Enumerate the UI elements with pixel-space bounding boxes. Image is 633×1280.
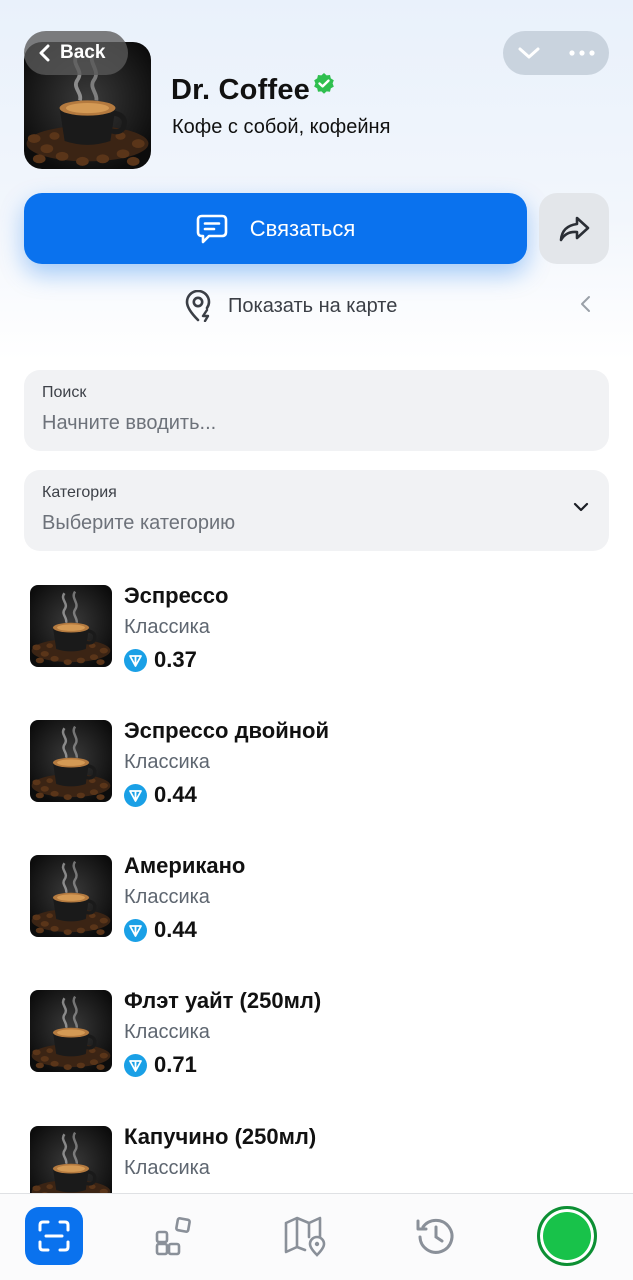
product-price: 0.44 — [124, 917, 197, 943]
price-value: 0.71 — [154, 1052, 197, 1077]
apps-icon — [155, 1217, 191, 1256]
back-button[interactable]: Back — [24, 31, 128, 75]
store-subtitle: Кофе с собой, кофейня — [172, 116, 391, 138]
window-controls — [503, 31, 609, 75]
ton-icon — [124, 1053, 147, 1077]
search-label: Поиск — [42, 384, 87, 401]
product-name: Капучино (250мл) — [124, 1124, 317, 1149]
product-name: Американо — [124, 853, 246, 878]
tab-apps[interactable] — [143, 1206, 203, 1266]
location-pin-icon — [185, 290, 211, 322]
store-header: Back Dr. Coffee Кофе с собой, кофейня Св… — [0, 0, 633, 360]
tab-history[interactable] — [406, 1206, 466, 1266]
search-input[interactable]: Начните вводить... — [42, 412, 591, 435]
status-indicator[interactable] — [537, 1206, 597, 1266]
verified-badge-icon — [314, 72, 334, 94]
product-category: Классика — [124, 751, 210, 773]
product-name: Эспрессо — [124, 583, 229, 608]
product-price: 0.44 — [124, 782, 197, 808]
scan-icon — [38, 1220, 70, 1252]
tab-scan[interactable] — [25, 1207, 83, 1265]
price-value: 0.37 — [154, 647, 197, 672]
price-value: 0.44 — [154, 917, 197, 942]
product-price: 0.71 — [124, 1052, 197, 1078]
product-price: 0.37 — [124, 647, 197, 673]
map-icon — [284, 1216, 326, 1257]
ton-icon — [124, 648, 147, 672]
price-value: 0.44 — [154, 782, 197, 807]
chevron-left-icon[interactable] — [578, 294, 592, 314]
product-category: Классика — [124, 886, 210, 908]
product-name: Эспрессо двойной — [124, 718, 329, 743]
category-label: Категория — [42, 484, 117, 501]
store-name: Dr. Coffee — [171, 74, 310, 106]
store-title: Dr. Coffee — [171, 72, 336, 107]
category-select[interactable]: Категория Выберите категорию — [24, 470, 609, 551]
product-category: Классика — [124, 1021, 210, 1043]
more-icon[interactable] — [569, 50, 595, 56]
product-category: Классика — [124, 1157, 210, 1179]
history-icon — [416, 1218, 454, 1254]
chat-icon — [196, 214, 228, 243]
product-image — [30, 720, 112, 802]
show-on-map-label: Показать на карте — [228, 294, 398, 317]
product-name: Флэт уайт (250мл) — [124, 988, 322, 1013]
chevron-down-icon[interactable] — [517, 46, 541, 60]
chevron-left-icon — [39, 44, 50, 62]
product-image — [30, 855, 112, 937]
list-item[interactable]: Эспрессо Классика 0.37 — [0, 583, 633, 685]
ton-icon — [124, 918, 147, 942]
tab-map[interactable] — [275, 1206, 335, 1266]
product-image — [30, 990, 112, 1072]
back-label: Back — [60, 42, 106, 63]
share-icon — [559, 216, 590, 241]
ton-icon — [124, 783, 147, 807]
show-on-map-link[interactable]: Показать на карте — [184, 290, 397, 322]
product-image — [30, 585, 112, 667]
contact-label: Связаться — [249, 215, 356, 241]
contact-button[interactable]: Связаться — [24, 193, 527, 264]
list-item[interactable]: Флэт уайт (250мл) Классика 0.71 — [0, 988, 633, 1090]
search-field[interactable]: Поиск Начните вводить... — [24, 370, 609, 451]
list-item[interactable]: Эспрессо двойной Классика 0.44 — [0, 718, 633, 820]
share-button[interactable] — [539, 193, 609, 264]
chevron-down-icon — [573, 502, 589, 512]
list-item[interactable]: Американо Классика 0.44 — [0, 853, 633, 955]
product-category: Классика — [124, 616, 210, 638]
category-value: Выберите категорию — [42, 512, 236, 534]
